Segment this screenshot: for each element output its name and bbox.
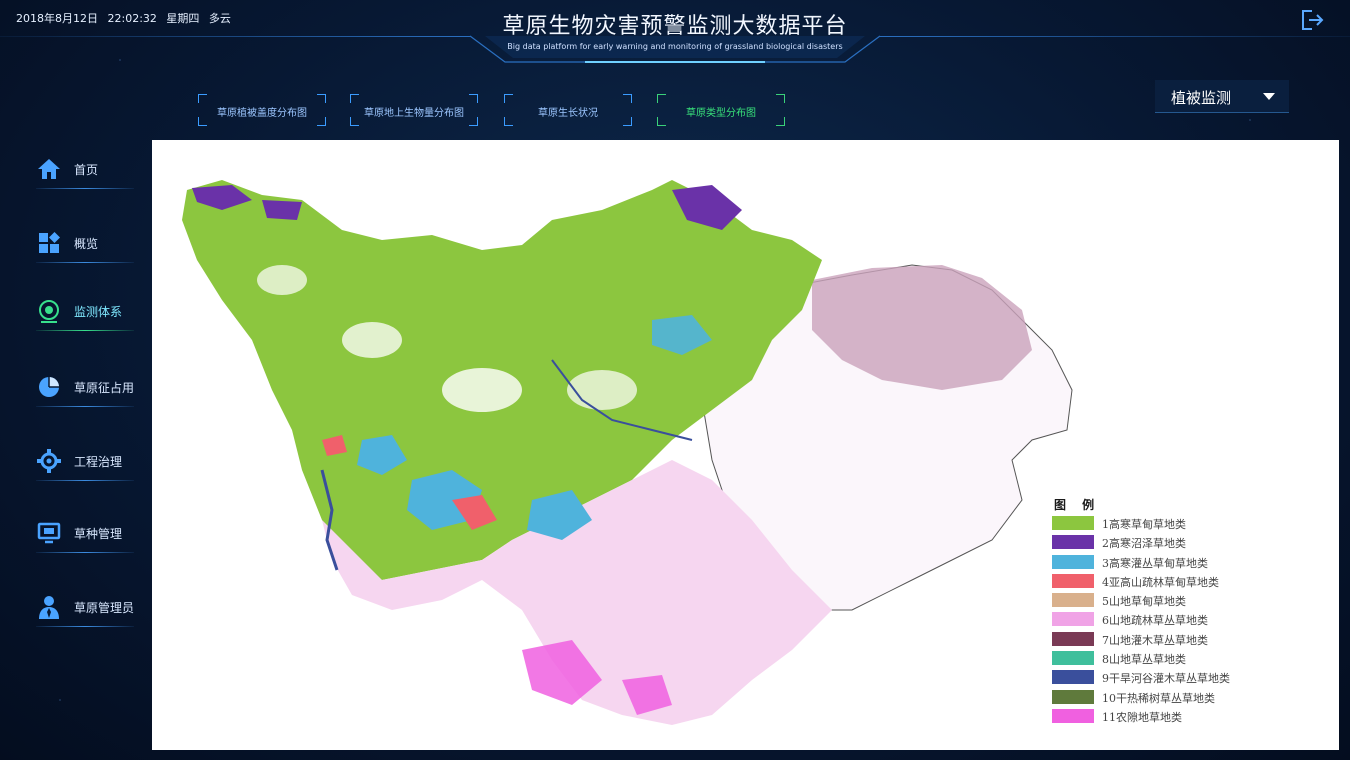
- tab-growth-status[interactable]: 草原生长状况: [504, 94, 632, 126]
- sidebar-item-label: 草原征占用: [74, 381, 135, 395]
- legend-item: 7山地灌木草丛草地类: [1052, 630, 1292, 649]
- pie-chart-icon: [39, 377, 59, 397]
- legend-label: 10干热稀树草丛草地类: [1102, 691, 1215, 705]
- legend-item: 9干旱河谷灌木草丛草地类: [1052, 668, 1292, 687]
- legend-swatch: [1052, 612, 1094, 627]
- legend-item: 2高寒沼泽草地类: [1052, 533, 1292, 552]
- legend-rows: 1高寒草甸草地类 2高寒沼泽草地类 3高寒灌丛草甸草地类 4亚高山疏林草甸草地类 5山地…: [1052, 514, 1292, 726]
- legend-item: 11农隙地草地类: [1052, 707, 1292, 726]
- sidebar-item-administrators[interactable]: 草原管理员: [32, 590, 136, 634]
- sidebar-item-label: 首页: [74, 163, 99, 177]
- page-title: 草原生物灾害预警监测大数据平台: [502, 14, 848, 39]
- sidebar-item-occupation[interactable]: 草原征占用: [32, 370, 136, 414]
- white-blotch-1: [442, 368, 522, 412]
- legend-label: 3高寒灌丛草甸草地类: [1102, 556, 1208, 570]
- legend-swatch: [1052, 708, 1094, 723]
- legend-label: 6山地疏林草丛草地类: [1102, 614, 1208, 628]
- logout-button[interactable]: [1300, 9, 1324, 31]
- sidebar-item-monitoring[interactable]: 监测体系: [32, 294, 136, 338]
- page-subtitle: Big data platform for early warning and …: [507, 42, 843, 51]
- weather-text: 多云: [208, 12, 231, 25]
- legend-item: 8山地草丛草地类: [1052, 649, 1292, 668]
- legend-swatch: [1052, 573, 1094, 588]
- legend-label: 5山地草甸草地类: [1102, 595, 1186, 609]
- purple-patch-3: [262, 200, 302, 220]
- legend-item: 1高寒草甸草地类: [1052, 514, 1292, 533]
- tab-grassland-type[interactable]: 草原类型分布图: [657, 94, 785, 126]
- datetime-info: 2018年8月12日 22:02:32 星期四 多云: [16, 10, 237, 26]
- legend-label: 2高寒沼泽草地类: [1102, 537, 1186, 551]
- legend-label: 9干旱河谷灌木草丛草地类: [1102, 672, 1230, 686]
- sidebar-divider: [36, 552, 134, 553]
- date-text: 2018年8月12日: [16, 12, 98, 25]
- legend-swatch: [1052, 516, 1094, 530]
- sidebar-item-label: 监测体系: [74, 305, 123, 319]
- legend-item: 6山地疏林草丛草地类: [1052, 610, 1292, 629]
- legend-item: 5山地草甸草地类: [1052, 591, 1292, 610]
- sidebar-divider: [36, 188, 134, 189]
- white-blotch-4: [257, 265, 307, 295]
- gear-icon: [37, 449, 61, 473]
- legend-label: 8山地草丛草地类: [1102, 653, 1186, 667]
- screen-icon: [37, 522, 61, 544]
- legend-swatch: [1052, 554, 1094, 569]
- sidebar-item-label: 草原管理员: [74, 601, 135, 615]
- admin-icon: [39, 596, 59, 619]
- sidebar-item-label: 工程治理: [74, 455, 123, 469]
- sidebar-divider: [36, 480, 134, 481]
- tab-biomass[interactable]: 草原地上生物量分布图: [350, 94, 478, 126]
- legend-title: 图 例: [1054, 498, 1101, 512]
- legend-label: 1高寒草甸草地类: [1102, 518, 1186, 531]
- legend-swatch: [1052, 670, 1094, 685]
- sidebar-item-grass-species[interactable]: 草种管理: [32, 516, 136, 560]
- sidebar-item-home[interactable]: 首页: [32, 152, 136, 196]
- weekday-text: 星期四: [166, 12, 200, 25]
- grassland-type-map: 图 例 1高寒草甸草地类 2高寒沼泽草地类 3高寒灌丛草甸草地类 4亚高山疏林草甸草地…: [152, 140, 1339, 750]
- legend-item: 3高寒灌丛草甸草地类: [1052, 553, 1292, 572]
- legend-label: 7山地灌木草丛草地类: [1102, 633, 1208, 647]
- tab-label: 草原植被盖度分布图: [217, 108, 307, 119]
- legend-item: 10干热稀树草丛草地类: [1052, 688, 1292, 707]
- time-text: 22:02:32: [107, 12, 157, 25]
- header-divider-right: [880, 36, 1350, 37]
- header-divider-left: [0, 36, 470, 37]
- dashboard-icon: [39, 232, 60, 253]
- header-bar: 2018年8月12日 22:02:32 星期四 多云 草原生物灾害预警监测大数据…: [0, 0, 1350, 70]
- legend-swatch: [1052, 631, 1094, 646]
- legend-item: 4亚高山疏林草甸草地类: [1052, 572, 1292, 591]
- select-value: 植被监测: [1171, 89, 1232, 107]
- white-blotch-2: [342, 322, 402, 358]
- sidebar-item-label: 概览: [74, 237, 99, 251]
- sidebar-item-engineering[interactable]: 工程治理: [32, 444, 136, 488]
- sidebar-divider: [36, 626, 134, 627]
- legend-label: 11农隙地草地类: [1102, 710, 1182, 724]
- legend-label: 4亚高山疏林草甸草地类: [1102, 575, 1219, 589]
- monitor-type-select[interactable]: 植被监测: [1155, 80, 1289, 113]
- legend-swatch: [1052, 651, 1094, 666]
- sidebar-divider: [36, 330, 134, 331]
- tab-label: 草原地上生物量分布图: [364, 108, 464, 119]
- tab-label: 草原类型分布图: [686, 108, 756, 119]
- sidebar-item-overview[interactable]: 概览: [32, 226, 136, 270]
- sidebar-divider: [36, 262, 134, 263]
- chevron-down-icon: [1263, 93, 1275, 100]
- home-icon: [38, 159, 60, 179]
- monitor-icon: [39, 300, 59, 323]
- tab-vegetation-coverage[interactable]: 草原植被盖度分布图: [198, 94, 326, 126]
- white-blotch-3: [567, 370, 637, 410]
- legend-swatch: [1052, 689, 1094, 704]
- legend-swatch: [1052, 593, 1094, 608]
- sidebar-item-label: 草种管理: [74, 527, 123, 541]
- legend-swatch: [1052, 535, 1094, 550]
- map-legend: 图 例 1高寒草甸草地类 2高寒沼泽草地类 3高寒灌丛草甸草地类 4亚高山疏林草甸草地…: [1052, 496, 1292, 726]
- tab-label: 草原生长状况: [538, 108, 598, 119]
- sidebar-divider: [36, 406, 134, 407]
- logout-icon: [1302, 10, 1324, 30]
- title-banner: 草原生物灾害预警监测大数据平台 Big data platform for ea…: [465, 0, 885, 64]
